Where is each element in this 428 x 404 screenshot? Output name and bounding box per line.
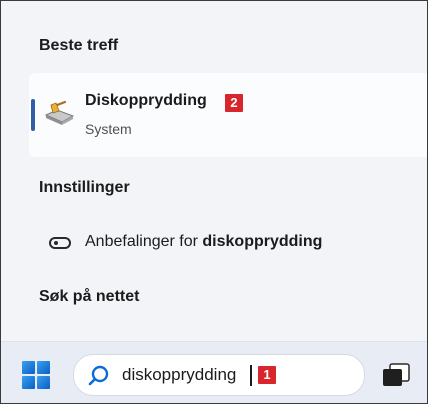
disk-cleanup-icon — [44, 100, 75, 125]
settings-heading: Innstillinger — [39, 179, 130, 196]
app-category: System — [85, 121, 132, 137]
text-cursor — [250, 365, 252, 386]
taskbar: diskopprydding 1 — [1, 341, 427, 403]
taskbar-search-box[interactable]: diskopprydding 1 — [73, 354, 365, 396]
best-match-result[interactable] — [29, 73, 427, 157]
windows-logo-icon[interactable] — [21, 360, 51, 390]
selection-indicator — [31, 99, 35, 131]
toggle-settings-icon — [49, 237, 71, 249]
search-results-panel: Beste treff Diskopprydding 2 System Inns… — [1, 1, 427, 341]
setting-result-recommendations[interactable]: Anbefalinger for diskopprydding — [29, 226, 427, 260]
app-name[interactable]: Diskopprydding — [85, 92, 207, 110]
web-search-heading: Søk på nettet — [39, 288, 140, 305]
step-badge-1: 1 — [258, 366, 276, 384]
search-input[interactable]: diskopprydding — [122, 365, 236, 385]
search-window: Beste treff Diskopprydding 2 System Inns… — [0, 0, 428, 404]
setting-result-label: Anbefalinger for diskopprydding — [85, 233, 323, 250]
best-match-heading: Beste treff — [39, 37, 119, 54]
task-view-icon[interactable] — [381, 362, 411, 388]
step-badge-2: 2 — [225, 94, 243, 112]
search-icon — [88, 365, 109, 386]
